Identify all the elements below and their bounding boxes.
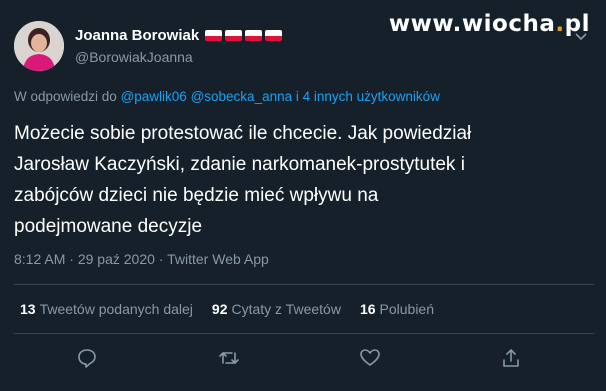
likes-count: 16 (359, 301, 376, 317)
poland-flag-icon (205, 30, 223, 41)
retweets-label: Tweetów podanych dalej (39, 301, 193, 317)
action-bar (0, 347, 606, 371)
like-icon[interactable] (359, 347, 381, 369)
quotes-stat[interactable]: 92 Cytaty z Tweetów (212, 301, 341, 317)
likes-stat[interactable]: 16 Polubień (360, 301, 434, 317)
user-handle[interactable]: @BorowiakJoanna (75, 49, 193, 65)
avatar[interactable] (14, 21, 64, 71)
tweet-text-line: Jarosław Kaczyński, zdanie narkomanek-pr… (14, 154, 465, 175)
retweets-count: 13 (20, 301, 36, 317)
divider (14, 284, 594, 285)
display-name[interactable]: Joanna Borowiak (75, 27, 199, 44)
reply-context: W odpowiedzi do @pawlik06 @sobecka_anna … (14, 89, 440, 104)
meta-separator: · (154, 251, 168, 267)
poland-flag-icon (265, 30, 283, 41)
watermark: www.wiocha.pl (389, 11, 590, 37)
avatar-image (14, 21, 64, 71)
share-icon[interactable] (500, 347, 522, 369)
reply-icon[interactable] (76, 347, 98, 369)
mention-link[interactable]: @sobecka_anna (191, 89, 293, 104)
tweet-text: Możecie sobie protestować ile chcecie. J… (14, 118, 594, 242)
divider (14, 333, 594, 334)
mention-link[interactable]: @pawlik06 (121, 89, 187, 104)
tweet-time[interactable]: 8:12 AM (14, 251, 65, 267)
tweet-text-line: podejmowane decyzje (14, 216, 203, 237)
tweet-stats: 13 Tweetów podanych dalej 92 Cytaty z Twee… (20, 301, 434, 317)
tweet-text-line: zabójców dzieci nie będzie mieć wpływu n… (14, 185, 379, 206)
meta-separator: · (65, 251, 78, 267)
likes-label: Polubień (379, 301, 435, 317)
reply-prefix: W odpowiedzi do (14, 89, 117, 104)
tweet-source[interactable]: Twitter Web App (167, 251, 269, 267)
watermark-dot: . (555, 11, 565, 37)
tweet-date[interactable]: 29 paź 2020 (78, 251, 155, 267)
poland-flag-icon (245, 30, 263, 41)
flag-emojis (205, 30, 283, 41)
tweet-meta: 8:12 AM · 29 paź 2020 · Twitter Web App (14, 251, 269, 267)
poland-flag-icon (225, 30, 243, 41)
tweet: Joanna Borowiak @BorowiakJoanna www.wioc… (0, 0, 606, 391)
chevron-down-icon[interactable] (574, 30, 588, 44)
name-row: Joanna Borowiak (75, 27, 283, 44)
tweet-text-line: Możecie sobie protestować ile chcecie. J… (14, 123, 472, 144)
retweets-stat[interactable]: 13 Tweetów podanych dalej (20, 301, 193, 317)
watermark-site: wiocha (461, 11, 556, 37)
watermark-prefix: www. (388, 11, 462, 37)
quotes-count: 92 (211, 301, 228, 317)
retweet-icon[interactable] (218, 347, 240, 369)
other-users-link[interactable]: i 4 innych użytkowników (296, 89, 440, 104)
quotes-label: Cytaty z Tweetów (231, 301, 341, 317)
